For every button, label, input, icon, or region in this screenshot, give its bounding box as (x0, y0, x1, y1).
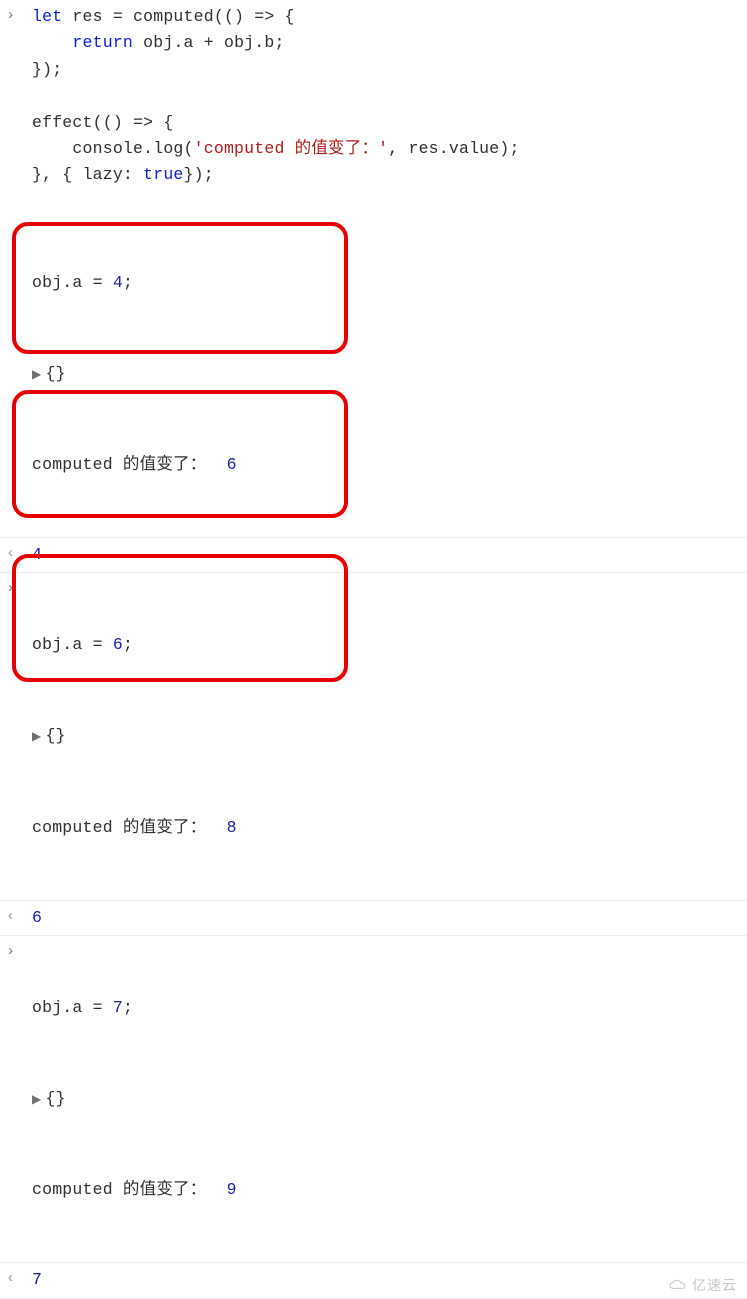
boolean-literal: true (143, 165, 183, 184)
console-input-row[interactable]: let res = computed(() => { return obj.a … (0, 0, 747, 193)
group-content: obj.a = 7; ▶ {} computed 的值变了： 9 (28, 940, 747, 1258)
log-text: computed 的值变了： (32, 455, 227, 474)
code-text: }); (184, 165, 214, 184)
return-value: 7 (28, 1267, 747, 1293)
assign-line: obj.a = 7; (32, 993, 747, 1023)
log-value: 9 (227, 1180, 237, 1199)
code-content: let res = computed(() => { return obj.a … (28, 4, 747, 189)
object-literal: {} (45, 1089, 65, 1108)
return-value: 4 (28, 542, 747, 568)
input-prompt-icon (6, 940, 28, 964)
object-preview[interactable]: ▶ {} (32, 1076, 747, 1114)
output-prompt-icon (6, 1267, 28, 1291)
watermark-text: 亿速云 (692, 1275, 737, 1295)
console-input-row[interactable]: obj.a = 7; ▶ {} computed 的值变了： 9 (0, 936, 747, 1263)
disclosure-triangle-icon[interactable]: ▶ (32, 730, 41, 744)
code-text: obj.a + obj.b; (133, 33, 285, 52)
code-text: effect(() => { (32, 113, 173, 132)
object-literal: {} (45, 364, 65, 383)
console-panel: let res = computed(() => { return obj.a … (0, 0, 747, 1299)
input-prompt-icon (6, 577, 28, 601)
code-text: res = computed(() => { (62, 7, 294, 26)
log-value: 6 (227, 455, 237, 474)
code-text: console.log( (32, 139, 194, 158)
object-preview[interactable]: ▶ {} (32, 351, 747, 389)
cloud-icon (668, 1278, 688, 1292)
output-prompt-icon (6, 542, 28, 566)
code-text: obj.a = (32, 635, 113, 654)
keyword-return: return (72, 33, 133, 52)
disclosure-triangle-icon[interactable]: ▶ (32, 368, 41, 382)
input-prompt-icon (6, 4, 28, 28)
disclosure-triangle-icon[interactable]: ▶ (32, 1093, 41, 1107)
return-value: 6 (28, 905, 747, 931)
output-prompt-icon (6, 905, 28, 929)
code-text: ; (123, 273, 133, 292)
console-input-row[interactable]: obj.a = 6; ▶ {} computed 的值变了： 8 (0, 573, 747, 900)
code-text: ; (123, 998, 133, 1017)
watermark: 亿速云 (668, 1275, 737, 1295)
group-content: obj.a = 6; ▶ {} computed 的值变了： 8 (28, 577, 747, 895)
console-output-row: 7 (0, 1263, 747, 1298)
object-literal: {} (45, 726, 65, 745)
number-literal: 6 (32, 908, 42, 927)
console-input-row[interactable]: obj.a = 4; ▶ {} computed 的值变了： 6 (0, 193, 747, 538)
string-literal: 'computed 的值变了：' (194, 139, 389, 158)
keyword-let: let (32, 7, 62, 26)
log-text: computed 的值变了： (32, 818, 227, 837)
number-literal: 7 (32, 1270, 42, 1289)
code-text: , res.value); (388, 139, 519, 158)
number-literal: 4 (32, 545, 42, 564)
log-line: computed 的值变了： 8 (32, 805, 747, 843)
code-text: obj.a = (32, 998, 113, 1017)
number-literal: 7 (113, 998, 123, 1017)
log-line: computed 的值变了： 6 (32, 442, 747, 480)
assign-line: obj.a = 6; (32, 630, 747, 660)
log-value: 8 (227, 818, 237, 837)
log-text: computed 的值变了： (32, 1180, 227, 1199)
number-literal: 4 (113, 273, 123, 292)
code-text: ; (123, 635, 133, 654)
code-text: obj.a = (32, 273, 113, 292)
code-text: }, { lazy: (32, 165, 143, 184)
log-line: computed 的值变了： 9 (32, 1167, 747, 1205)
object-preview[interactable]: ▶ {} (32, 713, 747, 751)
number-literal: 6 (113, 635, 123, 654)
group-content: obj.a = 4; ▶ {} computed 的值变了： 6 (28, 215, 747, 533)
assign-line: obj.a = 4; (32, 268, 747, 298)
code-text: }); (32, 60, 62, 79)
console-output-row: 4 (0, 538, 747, 573)
console-output-row: 6 (0, 901, 747, 936)
